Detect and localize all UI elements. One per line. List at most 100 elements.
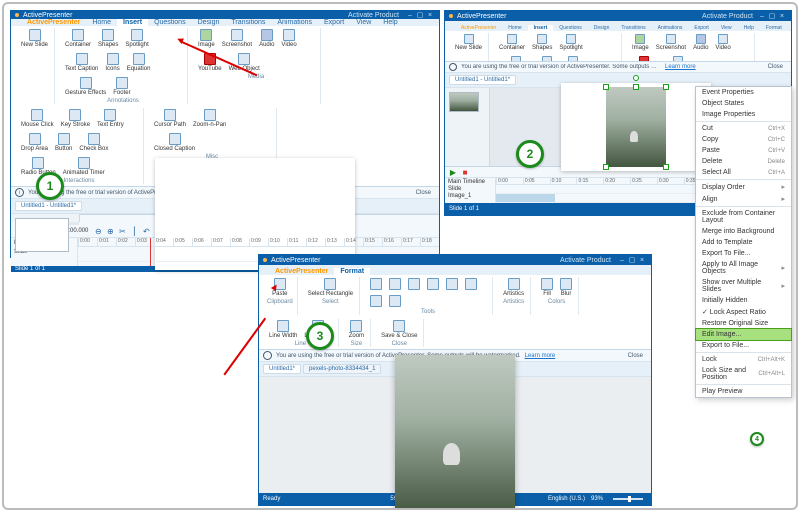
learn-more-link[interactable]: Learn more [665,64,696,70]
ribbon-measure-button[interactable] [387,294,403,308]
ribbon-video-button[interactable]: Video [279,28,298,49]
language-selector[interactable]: English (U.S.) [548,496,585,502]
playhead[interactable] [150,238,151,266]
menu-item-cut[interactable]: CutCtrl+X [696,123,791,134]
ribbon-closed-caption-button[interactable]: Closed Caption [152,132,197,153]
ribbon-video-button[interactable]: Video [713,33,732,52]
ribbon-screenshot-button[interactable]: Screenshot [654,33,688,52]
ribbon-select-rectangle-button[interactable]: Select Rectangle [306,277,355,298]
tab-format[interactable]: Format [334,268,370,275]
ribbon-text-button[interactable] [425,277,441,291]
undo-icon[interactable]: ↶ [142,227,150,235]
learn-more-link[interactable]: Learn more [525,353,556,359]
menu-item-add-to-template[interactable]: Add to Template [696,237,791,248]
maximize-button[interactable]: ▢ [767,12,777,20]
menu-item-edit-image-[interactable]: Edit Image... [696,329,791,340]
doc-tab[interactable]: pexels-photo-8334434_1 [303,364,381,374]
ribbon-text-entry-button[interactable]: Text Entry [95,108,126,129]
ribbon-zoom-button[interactable]: Zoom [347,319,366,340]
ribbon-icons-button[interactable]: Icons [103,52,121,73]
notice-close[interactable]: Close [412,190,435,196]
minimize-button[interactable]: – [617,257,627,264]
notice-close[interactable]: Close [624,353,647,359]
menu-item-delete[interactable]: DeleteDelete [696,156,791,167]
menu-item-select-all[interactable]: Select AllCtrl+A [696,167,791,178]
ribbon-key-stroke-button[interactable]: Key Stroke [59,108,92,129]
ribbon-equation-button[interactable]: Equation [125,52,153,73]
ribbon-new-slide-button[interactable]: New Slide [19,28,50,49]
tab-help[interactable]: Help [377,19,403,26]
ribbon-zoom-n-pan-button[interactable]: Zoom-n-Pan [191,108,228,129]
ribbon-audio-button[interactable]: Audio [691,33,710,52]
menu-item-event-properties[interactable]: Event Properties [696,87,791,98]
ribbon-gesture-effects-button[interactable]: Gesture Effects [63,76,108,97]
context-menu[interactable]: Event PropertiesObject StatesImage Prope… [695,86,792,398]
activate-link[interactable]: Activate Product [560,257,611,264]
menu-item-initially-hidden[interactable]: Initially Hidden [696,295,791,306]
ribbon-web-object-button[interactable]: Web Object [661,55,696,62]
tab-app[interactable]: ActivePresenter [269,268,334,275]
tab-design[interactable]: Design [192,19,226,26]
ribbon-zoom-button[interactable] [368,294,384,308]
slide-thumb[interactable] [449,92,479,112]
tab-view[interactable]: View [350,19,377,26]
ribbon-save-close-button[interactable]: Save & Close [379,319,419,340]
ribbon-footer-button[interactable]: Footer [111,76,132,97]
ribbon-pick-button[interactable] [444,277,460,291]
minimize-button[interactable]: – [405,12,415,19]
ribbon-container-button[interactable]: Container [497,33,527,52]
zoom-out-icon[interactable]: ⊖ [94,227,102,235]
slide-thumb[interactable] [15,218,69,252]
timeline-ruler[interactable]: 0:000:010:020:030:040:050:060:070:080:09… [78,238,439,247]
play-button[interactable]: ▶ [449,168,457,176]
menu-item-restore-original-size[interactable]: Restore Original Size [696,318,791,329]
close-button[interactable]: × [637,257,647,264]
zoom-slider[interactable] [613,498,643,500]
ribbon-button-button[interactable]: Button [53,132,74,153]
tab-questions[interactable]: Questions [148,19,192,26]
menu-item-export-to-file-[interactable]: Export To File... [696,248,791,259]
zoom-in-icon[interactable]: ⊕ [106,227,114,235]
close-button[interactable]: × [777,13,787,20]
close-button[interactable]: × [425,12,435,19]
tab-home[interactable]: Home [86,19,117,26]
maximize-button[interactable]: ▢ [415,11,425,19]
ribbon-fill-button[interactable]: Fill [539,277,555,298]
editor-area[interactable] [259,377,651,493]
activate-link[interactable]: Activate Product [348,12,399,19]
ribbon-check-box-button[interactable]: Check Box [77,132,110,153]
menu-item-lock-aspect-ratio[interactable]: ✓ Lock Aspect Ratio [696,306,791,318]
ribbon-screenshot-button[interactable]: Screenshot [220,28,254,49]
notice-close[interactable]: Close [764,64,787,70]
doc-tab[interactable]: Untitled1 - Untitled1* [15,201,82,211]
menu-item-play-preview[interactable]: Play Preview [696,386,791,397]
menu-item-align[interactable]: Align [696,193,791,205]
minimize-button[interactable]: – [757,13,767,20]
ribbon-text-caption-button[interactable]: Text Caption [497,55,534,62]
tab-transitions[interactable]: Transitions [225,19,271,26]
menu-item-image-properties[interactable]: Image Properties [696,109,791,120]
menu-item-merge-into-background[interactable]: Merge into Background [696,226,791,237]
menu-item-copy[interactable]: CopyCtrl+C [696,134,791,145]
tab-export[interactable]: Export [318,19,350,26]
menu-item-lock-size-and-position[interactable]: Lock Size and PositionCtrl+Alt+L [696,365,791,383]
edited-image[interactable] [395,355,515,510]
ribbon-shapes-button[interactable]: Shapes [530,33,554,52]
stop-button[interactable]: ■ [461,168,469,176]
maximize-button[interactable]: ▢ [627,256,637,264]
ribbon-cursor-path-button[interactable]: Cursor Path [152,108,188,129]
inserted-image[interactable] [606,87,666,167]
ribbon-move-button[interactable] [387,277,403,291]
menu-item-export-to-file-[interactable]: Export to File... [696,340,791,351]
menu-item-exclude-from-container-layout[interactable]: Exclude from Container Layout [696,208,791,226]
ribbon-crop-button[interactable] [368,277,384,291]
menu-item-paste[interactable]: PasteCtrl+V [696,145,791,156]
ribbon-text-caption-button[interactable]: Text Caption [63,52,100,73]
menu-item-lock[interactable]: LockCtrl+Alt+K [696,354,791,365]
ribbon-spotlight-button[interactable]: Spotlight [557,33,584,52]
ribbon-new-slide-button[interactable]: New Slide [453,33,484,52]
ribbon-wand-button[interactable] [406,277,422,291]
cut-icon[interactable]: ✂ [118,227,126,235]
ribbon-spotlight-button[interactable]: Spotlight [123,28,150,49]
ribbon-animated-timer-button[interactable]: Animated Timer [61,156,107,177]
